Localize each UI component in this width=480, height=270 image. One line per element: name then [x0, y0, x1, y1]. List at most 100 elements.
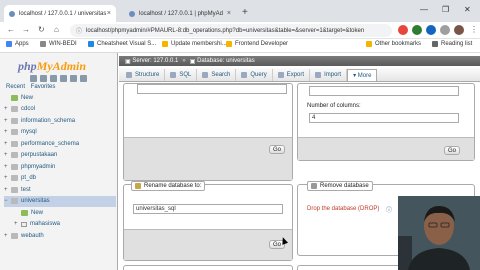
reading-list[interactable]: Reading list: [432, 41, 472, 47]
maximize-icon[interactable]: ❐: [442, 5, 449, 14]
structure-icon: [126, 72, 132, 78]
browser-tab-2[interactable]: localhost / 127.0.0.1 | phpMyAd ×: [124, 5, 236, 22]
tree-db[interactable]: + test: [4, 184, 116, 196]
tab-more[interactable]: ▾ More: [347, 69, 378, 81]
bookmark-apps[interactable]: Apps: [6, 41, 29, 47]
expand-icon[interactable]: +: [14, 221, 20, 227]
database-icon: [11, 163, 18, 170]
db-name: perpustakaan: [21, 152, 58, 159]
favorites-link[interactable]: Favorites: [31, 84, 56, 90]
tree-db[interactable]: + cdcol: [4, 104, 116, 116]
tree-db-selected[interactable]: − universitas: [4, 195, 116, 207]
database-icon: [11, 186, 18, 193]
database-icon: [11, 117, 18, 124]
help-icon[interactable]: [50, 75, 57, 82]
expand-icon[interactable]: +: [4, 175, 10, 181]
close-tab-icon[interactable]: ×: [107, 10, 111, 17]
help-icon[interactable]: ⓘ: [386, 205, 392, 214]
avatar[interactable]: [454, 25, 464, 35]
bookmark-item[interactable]: Cheatsheet Visual S...: [88, 41, 156, 47]
bookmark-label: Reading list: [441, 41, 473, 47]
tab-export[interactable]: Export: [273, 69, 311, 81]
menu-icon[interactable]: ⋮: [470, 25, 478, 34]
logo-php: php: [18, 59, 37, 73]
tab-sql[interactable]: SQL: [165, 69, 198, 81]
tree-db[interactable]: + pt_db: [4, 173, 116, 185]
bookmark-item[interactable]: WIN-BEDI: [40, 41, 77, 47]
home-icon[interactable]: ⌂: [54, 25, 59, 34]
expand-icon[interactable]: +: [4, 187, 10, 193]
expand-icon[interactable]: +: [4, 233, 10, 239]
bookmark-icon: [40, 41, 46, 47]
tab-label: Export: [286, 72, 305, 78]
table-name: New: [31, 209, 44, 216]
go-button[interactable]: Go: [269, 145, 285, 154]
url-field[interactable]: ⓘ localhost/phpmyadmin/#PMAURL-8:db_oper…: [70, 24, 392, 37]
tab-structure[interactable]: Structure: [121, 69, 166, 81]
collapse-icon[interactable]: −: [4, 198, 10, 204]
bookmark-item[interactable]: Update membershi...: [162, 41, 227, 47]
expand-icon[interactable]: +: [4, 106, 10, 112]
breadcrumb-database[interactable]: Database: universitas: [197, 58, 255, 64]
tree-db[interactable]: + information_schema: [4, 115, 116, 127]
close-tab-icon[interactable]: ×: [227, 10, 231, 17]
table-name-input[interactable]: [309, 86, 459, 96]
go-button[interactable]: Go: [444, 146, 460, 155]
panel-icons: [30, 75, 87, 82]
expand-icon[interactable]: +: [4, 141, 10, 147]
breadcrumb-server[interactable]: Server: 127.0.0.1: [132, 58, 178, 64]
extension-icon[interactable]: [412, 25, 422, 35]
extension-icon[interactable]: [426, 25, 436, 35]
database-icon: [11, 140, 18, 147]
browser-tab-title: localhost / 127.0.0.1 | phpMyAd: [139, 10, 223, 17]
home-icon[interactable]: [30, 75, 37, 82]
tree-db[interactable]: + perpustakaan: [4, 150, 116, 162]
db-name: information_schema: [21, 117, 76, 124]
columns-input[interactable]: 4: [309, 113, 459, 123]
other-bookmarks[interactable]: Other bookmarks: [366, 41, 421, 47]
browser-tab-1[interactable]: localhost / 127.0.0.1 / universitas ×: [4, 5, 116, 22]
expand-icon[interactable]: +: [4, 118, 10, 124]
expand-icon[interactable]: +: [4, 129, 10, 135]
close-window-icon[interactable]: ✕: [464, 5, 471, 14]
bookmark-item[interactable]: Frontend Developer: [226, 41, 288, 47]
tree-new-table[interactable]: New: [4, 207, 116, 219]
reload-icon[interactable]: ↻: [38, 25, 45, 34]
extension-icon[interactable]: [398, 25, 408, 35]
new-tab-button[interactable]: +: [242, 7, 248, 18]
tab-query[interactable]: Query: [236, 69, 273, 81]
tab-import[interactable]: Import: [310, 69, 348, 81]
bookmark-label: Frontend Developer: [235, 41, 289, 47]
edit-icon: [135, 183, 141, 189]
logout-icon[interactable]: [40, 75, 47, 82]
navigation-panel: phpMyAdmin Recent Favorites New + cdcol +…: [0, 53, 118, 270]
phpmyadmin-logo[interactable]: phpMyAdmin: [18, 59, 86, 74]
db-tabs: Structure SQL Search Query Export Import…: [119, 68, 480, 82]
rename-input[interactable]: universitas_sql: [133, 204, 283, 214]
db-name: mysql: [21, 129, 37, 136]
reload-icon[interactable]: [80, 75, 87, 82]
tab-search[interactable]: Search: [197, 69, 237, 81]
expand-icon[interactable]: +: [4, 152, 10, 158]
tree-db[interactable]: + phpmyadmin: [4, 161, 116, 173]
fieldset-footer: Go: [298, 137, 474, 160]
puzzle-icon[interactable]: [440, 25, 450, 35]
back-icon[interactable]: ←: [7, 25, 15, 34]
tree-db[interactable]: + webauth: [4, 230, 116, 242]
tree-db[interactable]: + mysql: [4, 127, 116, 139]
forward-icon[interactable]: →: [22, 25, 30, 34]
tree-table[interactable]: + mahasiswa: [4, 219, 116, 231]
favicon-icon: [129, 10, 135, 17]
docs-icon[interactable]: [60, 75, 67, 82]
settings-icon[interactable]: [70, 75, 77, 82]
drop-database-link[interactable]: Drop the database (DROP): [307, 206, 379, 212]
database-icon: [11, 175, 18, 182]
browser-tab-bar: localhost / 127.0.0.1 / universitas × lo…: [0, 0, 480, 22]
minimize-icon[interactable]: —: [420, 5, 428, 14]
recent-link[interactable]: Recent: [6, 84, 25, 90]
table-name-field[interactable]: [137, 84, 287, 94]
expand-icon[interactable]: +: [4, 164, 10, 170]
address-toolbar: ← → ↻ ⌂ ⓘ localhost/phpmyadmin/#PMAURL-8…: [0, 22, 480, 39]
tree-new[interactable]: New: [4, 92, 116, 104]
tree-db[interactable]: + performance_schema: [4, 138, 116, 150]
